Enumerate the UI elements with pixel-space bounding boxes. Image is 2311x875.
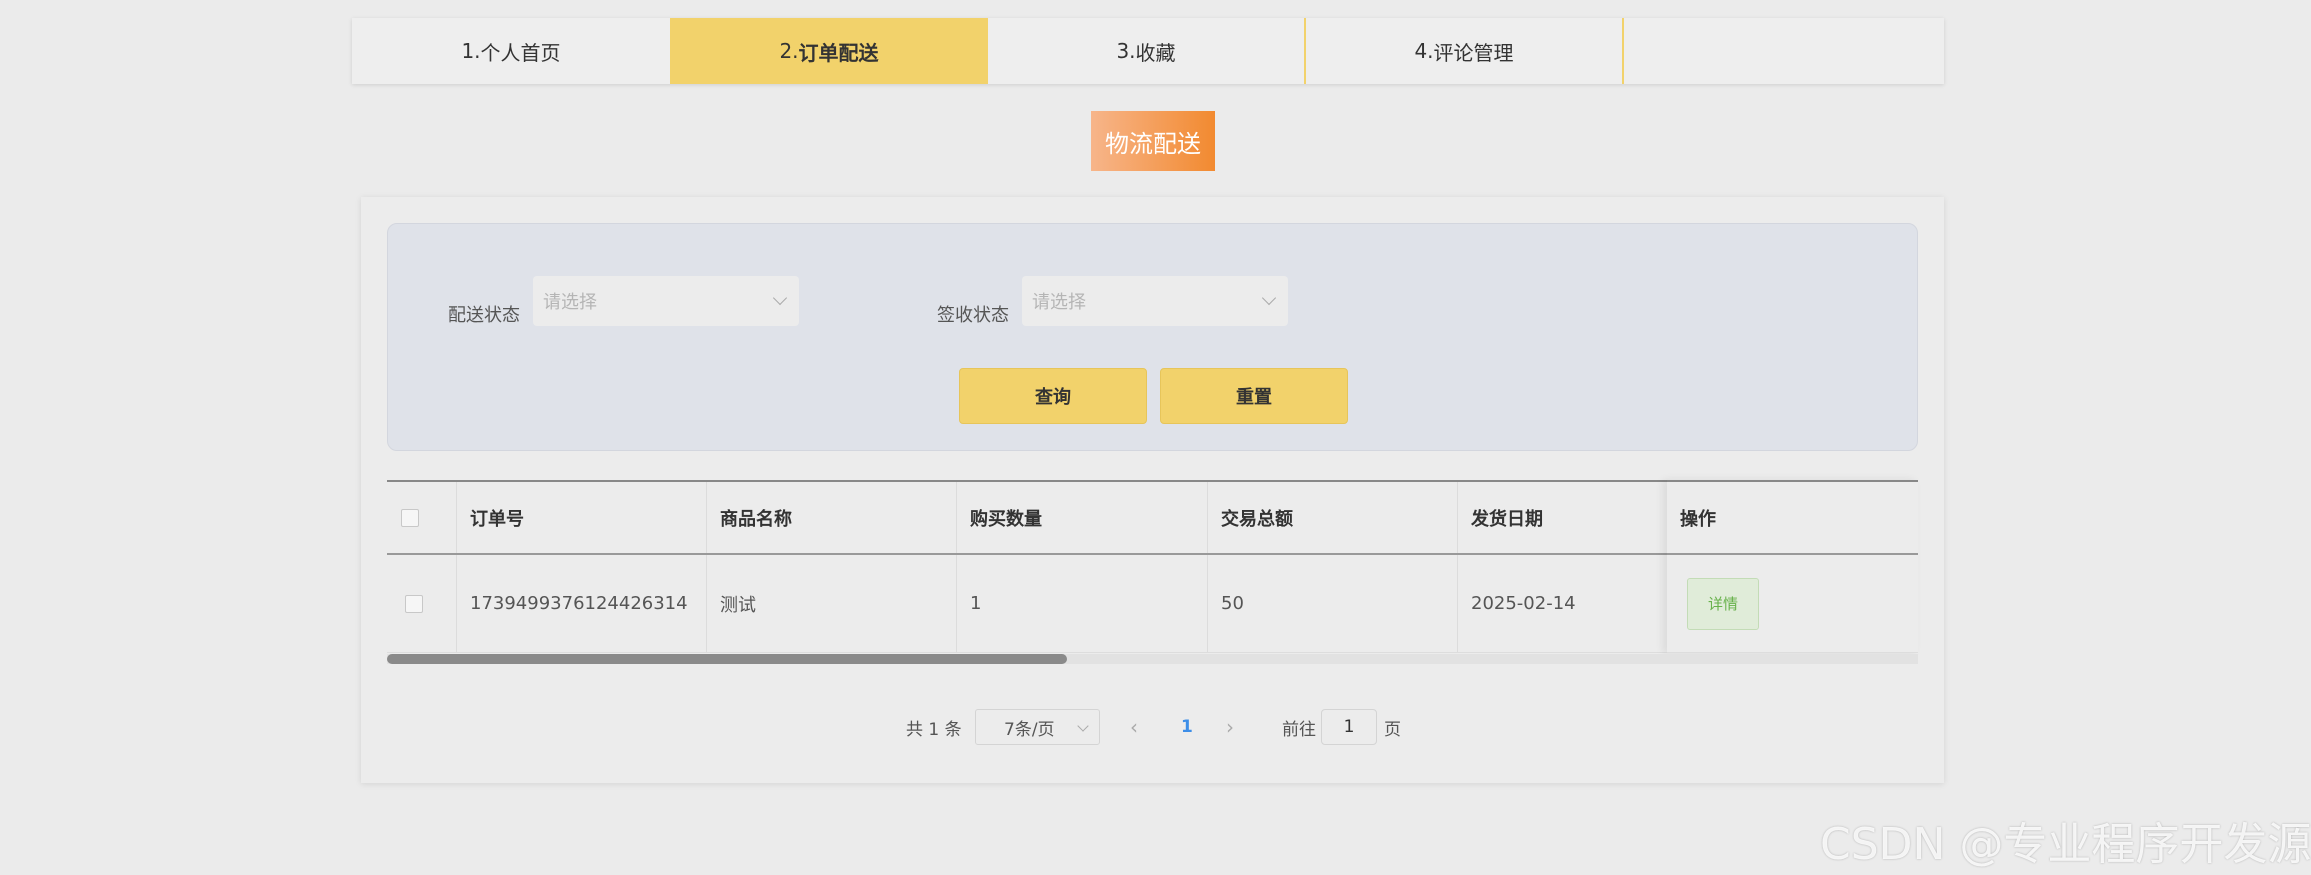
delivery-status-label: 配送状态	[448, 305, 520, 326]
ship-date-cell: 2025-02-14	[1471, 593, 1576, 614]
column-header-order-no: 订单号	[457, 482, 707, 553]
scrollbar-thumb[interactable]	[387, 654, 1067, 664]
tab-label: 个人首页	[480, 40, 561, 65]
tab-number: 3.	[1116, 39, 1136, 63]
chevron-down-icon	[1077, 720, 1089, 732]
section-title: 物流配送	[1091, 111, 1215, 171]
row-checkbox[interactable]	[405, 594, 423, 613]
page-size-value: 7条/页	[1004, 719, 1055, 740]
top-tabs: 1. 个人首页 2. 订单配送 3. 收藏 4. 评论管理	[352, 18, 1944, 84]
page-size-select[interactable]: 7条/页	[975, 709, 1100, 745]
chevron-down-icon	[1261, 290, 1277, 306]
tab-order-delivery[interactable]: 2. 订单配送	[670, 18, 988, 84]
delivery-status-select[interactable]: 请选择	[533, 276, 799, 326]
tab-number: 1.	[461, 39, 481, 63]
tab-label: 评论管理	[1433, 40, 1514, 65]
tab-number: 2.	[779, 39, 799, 63]
tab-number: 4.	[1414, 39, 1434, 63]
column-header-actions: 操作	[1667, 480, 1918, 555]
pagination: 共 1 条 7条/页 ‹ 1 › 前往 1 页	[361, 709, 1944, 745]
watermark: CSDN @专业程序开发源	[1820, 819, 2311, 870]
product-name-cell: 测试	[707, 555, 957, 652]
table-horizontal-scrollbar[interactable]	[387, 654, 1918, 664]
next-page-icon[interactable]: ›	[1226, 709, 1234, 745]
quantity-cell: 1	[957, 555, 1208, 652]
column-header-total: 交易总额	[1208, 482, 1458, 553]
detail-button[interactable]: 详情	[1687, 577, 1759, 630]
tab-bar-filler	[1624, 18, 1944, 84]
column-header-ship-date: 发货日期	[1471, 508, 1543, 530]
actions-cell: 详情	[1667, 555, 1918, 653]
column-header-quantity: 购买数量	[957, 482, 1208, 553]
tab-personal-home[interactable]: 1. 个人首页	[352, 18, 670, 84]
current-page-number[interactable]: 1	[1181, 709, 1193, 745]
row-select-cell	[387, 555, 457, 652]
main-card: 配送状态 请选择 签收状态 请选择 查询 重置 订单号 商品名称 购买数量 交易…	[361, 197, 1944, 783]
tab-label: 订单配送	[798, 40, 879, 65]
query-button[interactable]: 查询	[959, 368, 1147, 424]
filter-panel: 配送状态 请选择 签收状态 请选择 查询 重置	[387, 223, 1918, 451]
goto-page-input[interactable]: 1	[1321, 709, 1377, 745]
delivery-status-placeholder: 请选择	[543, 292, 597, 313]
column-header-product-name: 商品名称	[707, 482, 957, 553]
orders-table: 订单号 商品名称 购买数量 交易总额 发货日期 1739499376124426…	[387, 480, 1918, 656]
tab-favorites[interactable]: 3. 收藏	[988, 18, 1306, 84]
prev-page-icon[interactable]: ‹	[1130, 709, 1138, 745]
sign-status-placeholder: 请选择	[1032, 292, 1086, 313]
tab-comment-management[interactable]: 4. 评论管理	[1306, 18, 1624, 84]
page-suffix: 页	[1384, 719, 1401, 740]
sign-status-select[interactable]: 请选择	[1022, 276, 1288, 326]
select-all-cell	[387, 482, 457, 553]
tab-label: 收藏	[1135, 40, 1176, 65]
operations-column: 操作 详情	[1667, 480, 1918, 653]
sign-status-label: 签收状态	[937, 305, 1009, 326]
reset-button[interactable]: 重置	[1160, 368, 1348, 424]
total-cell: 50	[1208, 555, 1458, 652]
goto-label: 前往	[1282, 719, 1316, 740]
chevron-down-icon	[772, 290, 788, 306]
select-all-checkbox[interactable]	[401, 508, 419, 527]
order-no-cell: 1739499376124426314	[457, 555, 707, 652]
total-count: 共 1 条	[906, 719, 962, 740]
